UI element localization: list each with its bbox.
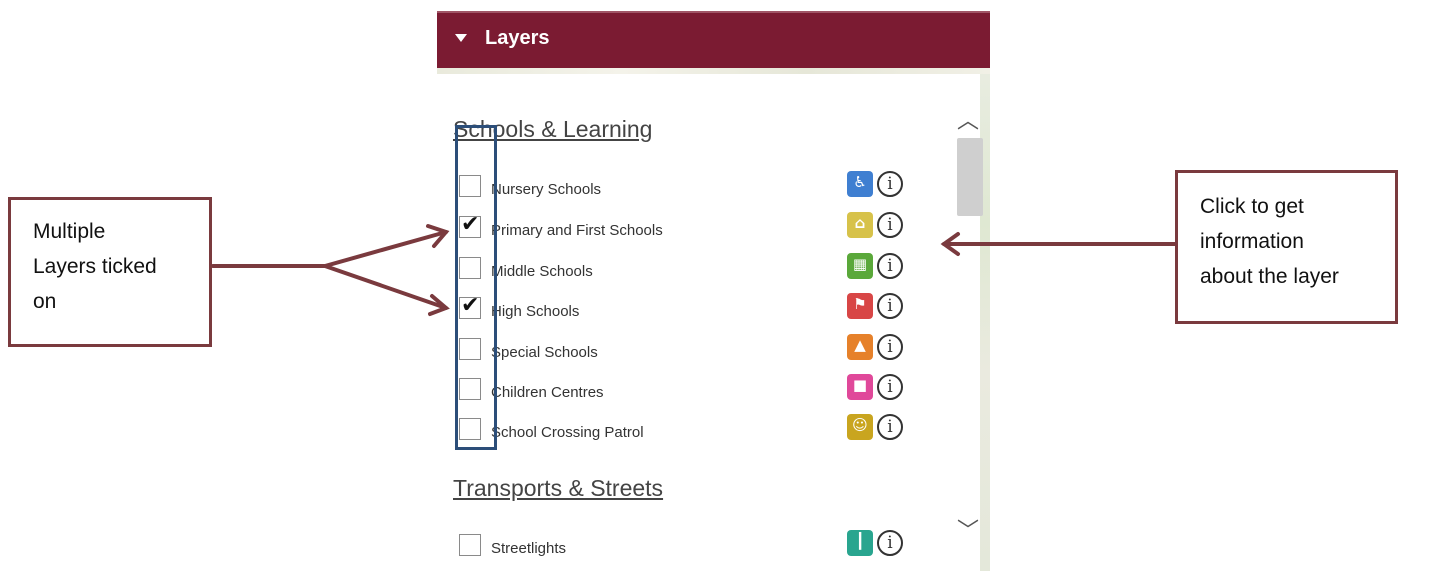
arrow-to-primary [211,230,448,268]
arrow-to-high [323,264,448,310]
annotation-arrows [211,224,1177,316]
